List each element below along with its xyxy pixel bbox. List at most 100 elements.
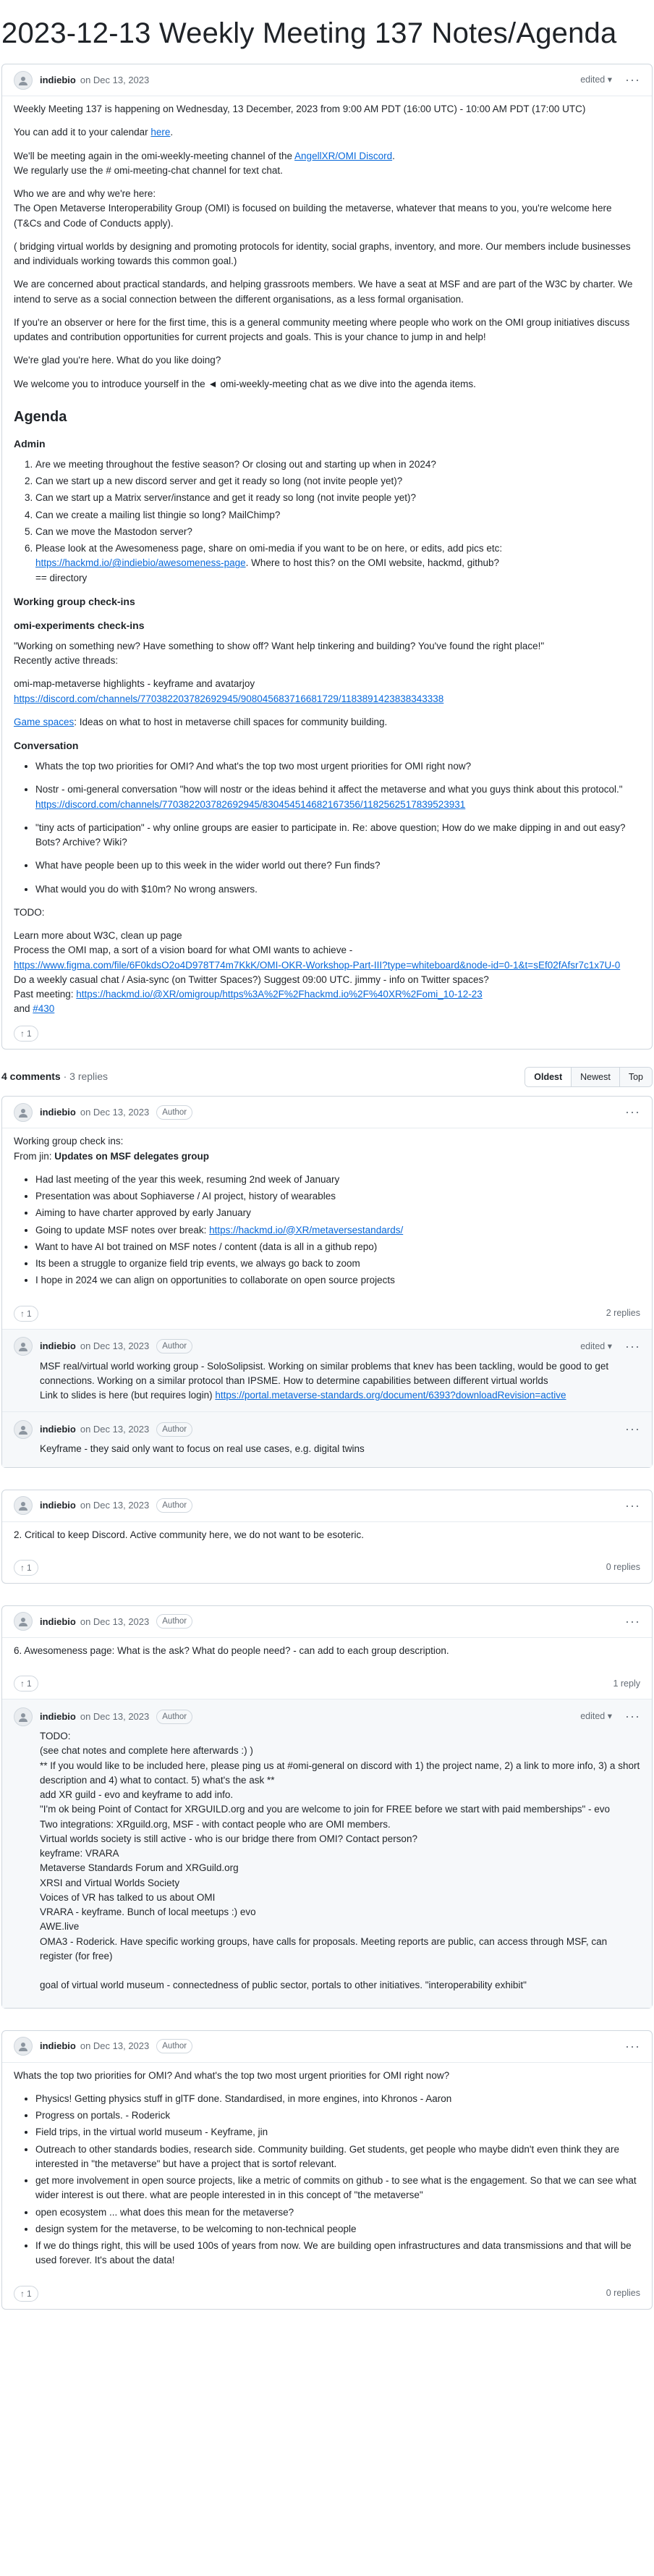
- author-name[interactable]: indiebio: [40, 73, 76, 88]
- list-item: Aiming to have charter approved by early…: [35, 1206, 640, 1220]
- list-item: Presentation was about Sophiaverse / AI …: [35, 1189, 640, 1204]
- kebab-menu-icon[interactable]: ···: [625, 2037, 640, 2056]
- author-name[interactable]: indiebio: [40, 1422, 76, 1437]
- edited-dropdown[interactable]: edited ▾: [580, 1340, 612, 1354]
- figma-link[interactable]: https://www.figma.com/file/6F0kdsO2o4D97…: [14, 960, 620, 971]
- user-avatar-icon[interactable]: [14, 1419, 33, 1439]
- sort-top-button[interactable]: Top: [619, 1067, 652, 1087]
- list-item: Are we meeting throughout the festive se…: [35, 457, 640, 472]
- list-item: What have people been up to this week in…: [35, 858, 640, 873]
- who-we-are-text: Who we are and why we're here: The Open M…: [14, 188, 612, 229]
- author-name[interactable]: indiebio: [40, 1498, 76, 1513]
- kebab-menu-icon[interactable]: ···: [625, 1496, 640, 1516]
- thumbs-up-icon: ↑: [20, 1308, 25, 1319]
- discord-link[interactable]: AngellXR/OMI Discord: [294, 151, 392, 161]
- user-avatar-icon[interactable]: [14, 2037, 33, 2056]
- edited-dropdown[interactable]: edited ▾: [580, 1710, 612, 1723]
- main-post: indiebio on Dec 13, 2023 edited ▾ ··· We…: [1, 64, 653, 1050]
- sort-newest-button[interactable]: Newest: [572, 1067, 620, 1087]
- nostr-link[interactable]: https://discord.com/channels/77038220378…: [35, 799, 465, 810]
- main-post-body: Weekly Meeting 137 is happening on Wedne…: [2, 96, 652, 1049]
- user-avatar-icon[interactable]: [14, 1337, 33, 1356]
- sort-oldest-button[interactable]: Oldest: [525, 1067, 572, 1087]
- comment-date[interactable]: on Dec 13, 2023: [80, 1615, 149, 1629]
- main-post-header: indiebio on Dec 13, 2023 edited ▾ ···: [2, 64, 652, 96]
- calendar-link[interactable]: here: [150, 127, 170, 138]
- comment-list: Physics! Getting physics stuff in glTF d…: [14, 2092, 640, 2268]
- edited-dropdown[interactable]: edited ▾: [580, 73, 612, 87]
- page: 2023-12-13 Weekly Meeting 137 Notes/Agen…: [0, 0, 654, 2310]
- msf-slides-link[interactable]: https://portal.metaverse-standards.org/d…: [215, 1390, 566, 1401]
- todo-text: Learn more about W3C, clean up page Proc…: [14, 930, 621, 1015]
- user-avatar-icon[interactable]: [14, 1612, 33, 1631]
- user-avatar-icon[interactable]: [14, 1102, 33, 1122]
- reply-body: Keyframe - they said only want to focus …: [14, 1442, 640, 1466]
- list-item: I hope in 2024 we can align on opportuni…: [35, 1273, 640, 1288]
- reply-header: indiebio on Dec 13, 2023 Author edited ▾…: [14, 1699, 640, 1729]
- author-name[interactable]: indiebio: [40, 2039, 76, 2053]
- author-badge: Author: [156, 2039, 193, 2053]
- comment-body: 2. Critical to keep Discord. Active comm…: [2, 1522, 652, 1558]
- reply-date[interactable]: on Dec 13, 2023: [80, 1710, 149, 1724]
- conversation-list: Whats the top two priorities for OMI? An…: [14, 759, 640, 897]
- comment-list: Had last meeting of the year this week, …: [14, 1173, 640, 1288]
- author-name[interactable]: indiebio: [40, 1710, 76, 1724]
- game-spaces-link[interactable]: Game spaces: [14, 717, 74, 727]
- reaction-button[interactable]: ↑ 1: [14, 2285, 38, 2302]
- author-name[interactable]: indiebio: [40, 1339, 76, 1354]
- comment-date[interactable]: on Dec 13, 2023: [80, 1105, 149, 1120]
- list-item: Whats the top two priorities for OMI? An…: [35, 759, 640, 774]
- user-avatar-icon[interactable]: [14, 70, 33, 90]
- reply: indiebio on Dec 13, 2023 Author edited ▾…: [2, 1330, 652, 1412]
- comments-count: 4 comments · 3 replies: [1, 1070, 109, 1083]
- kebab-menu-icon[interactable]: ···: [625, 70, 640, 90]
- calendar-text: You can add it to your calendar here.: [14, 127, 174, 138]
- omi-map-link[interactable]: https://discord.com/channels/77038220378…: [14, 693, 443, 704]
- comment-text: Whats the top two priorities for OMI? An…: [14, 2069, 450, 2081]
- issue-link[interactable]: #430: [33, 1003, 54, 1014]
- awesomeness-link[interactable]: https://hackmd.io/@indiebio/awesomeness-…: [35, 557, 246, 568]
- reply-date[interactable]: on Dec 13, 2023: [80, 1339, 149, 1354]
- reply-date[interactable]: on Dec 13, 2023: [80, 1422, 149, 1437]
- admin-list: Are we meeting throughout the festive se…: [14, 457, 640, 586]
- author-name[interactable]: indiebio: [40, 1615, 76, 1629]
- kebab-menu-icon[interactable]: ···: [625, 1419, 640, 1439]
- reply-text: TODO: (see chat notes and complete here …: [40, 1731, 640, 1991]
- user-avatar-icon[interactable]: [14, 1707, 33, 1726]
- msf-notes-link[interactable]: https://hackmd.io/@XR/metaversestandards…: [209, 1225, 403, 1236]
- comment-footer: ↑ 1 2 replies: [2, 1304, 652, 1329]
- comment-date[interactable]: on Dec 13, 2023: [80, 1498, 149, 1513]
- comment-text: 2. Critical to keep Discord. Active comm…: [14, 1529, 364, 1540]
- comment: indiebio on Dec 13, 2023 Author ··· Work…: [1, 1096, 653, 1468]
- kebab-menu-icon[interactable]: ···: [625, 1707, 640, 1726]
- list-item: Had last meeting of the year this week, …: [35, 1173, 640, 1187]
- author-name[interactable]: indiebio: [40, 1105, 76, 1120]
- reaction-button[interactable]: ↑ 1: [14, 1676, 38, 1692]
- kebab-menu-icon[interactable]: ···: [625, 1337, 640, 1356]
- comment-footer: ↑ 1 0 replies: [2, 1558, 652, 1583]
- observer-text: If you're an observer or here for the fi…: [14, 316, 630, 342]
- author-badge: Author: [156, 1422, 193, 1437]
- comment-body: Working group check ins: From jin: Update…: [2, 1128, 652, 1304]
- reaction-button[interactable]: ↑ 1: [14, 1025, 38, 1042]
- reply-thread: indiebio on Dec 13, 2023 Author edited ▾…: [2, 1699, 652, 2008]
- comment-date[interactable]: on Dec 13, 2023: [80, 2039, 149, 2053]
- replies-count: 1 reply: [613, 1678, 640, 1689]
- kebab-menu-icon[interactable]: ···: [625, 1102, 640, 1122]
- kebab-menu-icon[interactable]: ···: [625, 1612, 640, 1631]
- comments-bar: 4 comments · 3 replies Oldest Newest Top: [1, 1066, 653, 1088]
- discord-text: We'll be meeting again in the omi-weekly…: [14, 150, 395, 176]
- agenda-heading: Agenda: [14, 408, 67, 425]
- reaction-button[interactable]: ↑ 1: [14, 1559, 38, 1576]
- author-badge: Author: [156, 1498, 193, 1513]
- meeting-time-text: Weekly Meeting 137 is happening on Wedne…: [14, 104, 586, 114]
- post-date[interactable]: on Dec 13, 2023: [80, 73, 149, 88]
- list-item: Physics! Getting physics stuff in glTF d…: [35, 2092, 640, 2106]
- list-item: Can we start up a Matrix server/instance…: [35, 491, 640, 505]
- user-avatar-icon[interactable]: [14, 1496, 33, 1515]
- past-meeting-link[interactable]: https://hackmd.io/@XR/omigroup/https%3A%…: [76, 989, 482, 1000]
- reaction-button[interactable]: ↑ 1: [14, 1305, 38, 1322]
- conversation-heading: Conversation: [14, 740, 79, 751]
- list-item: Its been a struggle to organize field tr…: [35, 1257, 640, 1271]
- admin-heading: Admin: [14, 437, 46, 449]
